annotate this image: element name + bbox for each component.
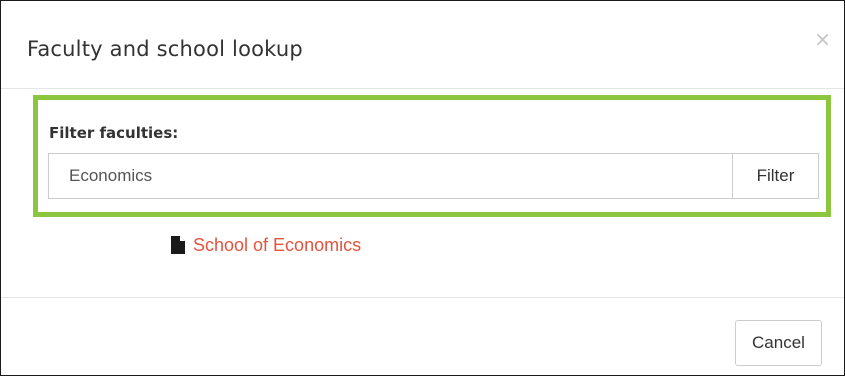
filter-section: Filter faculties: Filter bbox=[33, 95, 831, 217]
modal-header: Faculty and school lookup × bbox=[1, 1, 844, 89]
file-icon bbox=[171, 236, 185, 254]
modal-title: Faculty and school lookup bbox=[27, 37, 303, 61]
faculty-lookup-modal: Faculty and school lookup × Filter facul… bbox=[0, 0, 845, 376]
filter-label: Filter faculties: bbox=[49, 124, 179, 142]
result-item[interactable]: School of Economics bbox=[171, 233, 361, 257]
filter-button[interactable]: Filter bbox=[732, 153, 819, 199]
cancel-button[interactable]: Cancel bbox=[735, 320, 822, 366]
filter-input[interactable] bbox=[48, 153, 732, 199]
modal-footer: Cancel bbox=[1, 297, 844, 376]
result-link-school-of-economics[interactable]: School of Economics bbox=[193, 233, 361, 257]
close-icon[interactable]: × bbox=[814, 29, 831, 49]
